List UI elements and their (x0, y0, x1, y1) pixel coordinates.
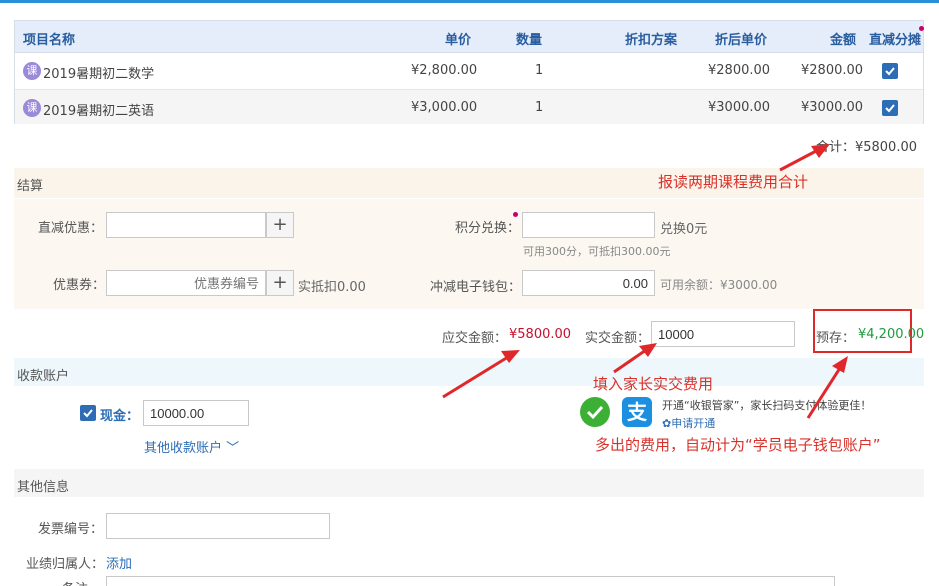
arrow-to-prestore (806, 356, 848, 419)
annotation-arrows (442, 144, 848, 419)
arrow-to-total (779, 144, 830, 172)
arrow-to-due-amount (442, 350, 520, 399)
arrow-to-paid-input (613, 343, 657, 374)
